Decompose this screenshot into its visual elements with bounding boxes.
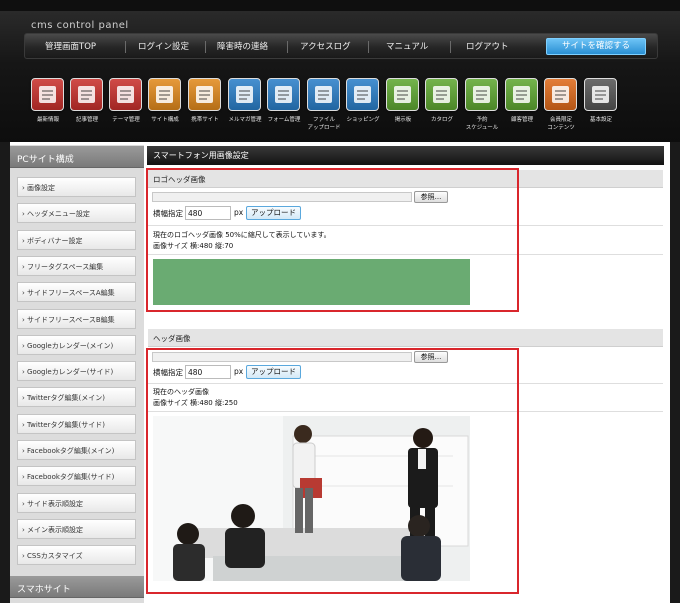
- header-image-section-heading: ヘッダ画像: [148, 329, 663, 347]
- sidebar-item-label: 画像設定: [27, 184, 56, 192]
- sidebar-item-label: サイド表示順設定: [27, 499, 84, 508]
- sidebar-item-label: フリータグスペース編集: [27, 262, 104, 271]
- nav-failure-contact[interactable]: 障害時の連絡: [217, 40, 268, 52]
- file-upload-icon[interactable]: [307, 78, 340, 111]
- nav-divider: [450, 41, 451, 53]
- sidebar-item-label: メイン表示順設定: [27, 525, 84, 534]
- sidebar-item-label: サイドフリースペースA編集: [27, 289, 115, 298]
- members-lock-icon[interactable]: [544, 78, 577, 111]
- nav-manual[interactable]: マニュアル: [386, 40, 428, 52]
- sidebar-item[interactable]: › サイドフリースペースB編集: [17, 308, 136, 329]
- top-strip: [0, 0, 680, 12]
- main-nav: 管理画面TOP ログイン設定 障害時の連絡 アクセスログ マニュアル ログアウト…: [24, 33, 658, 59]
- sidebar-item[interactable]: › Facebookタグ編集(メイン): [17, 440, 136, 460]
- mobile-site-icon[interactable]: [188, 78, 221, 111]
- sidebar-item-label: サイドフリースペースB編集: [27, 315, 115, 324]
- sidebar-item[interactable]: › Googleカレンダー(サイド): [17, 361, 136, 382]
- nav-divider: [368, 41, 369, 53]
- articles-icon[interactable]: [70, 78, 103, 111]
- schedule-icon[interactable]: [465, 78, 498, 111]
- sidebar-item[interactable]: › 画像設定: [17, 177, 136, 197]
- sidebar-item-label: Googleカレンダー(メイン): [27, 341, 114, 350]
- nav-logout[interactable]: ログアウト: [466, 40, 509, 52]
- smartphone-site-heading[interactable]: スマホサイト: [10, 576, 144, 598]
- pc-site-heading: PCサイト構成: [10, 146, 144, 168]
- nav-divider: [287, 41, 288, 53]
- theme-list-icon[interactable]: [109, 78, 142, 111]
- nav-admin-top[interactable]: 管理画面TOP: [45, 40, 96, 52]
- nav-access-log[interactable]: アクセスログ: [300, 40, 351, 52]
- highlight-box-header: [146, 348, 519, 594]
- bulletin-board-icon[interactable]: [386, 78, 419, 111]
- highlight-box-logo: [146, 168, 519, 312]
- sidebar-item[interactable]: › サイド表示順設定: [17, 492, 136, 513]
- nav-divider: [205, 41, 206, 53]
- shopping-cart-icon[interactable]: [346, 78, 379, 111]
- page-title: スマートフォン用画像設定: [147, 146, 664, 165]
- sidebar-item[interactable]: › フリータグスペース編集: [17, 255, 136, 276]
- brand-title: cms control panel: [31, 20, 129, 31]
- sidebar-item-label: Facebookタグ編集(サイド): [27, 473, 115, 482]
- sidebar-item[interactable]: › Facebookタグ編集(サイド): [17, 466, 136, 487]
- nav-divider: [125, 41, 126, 53]
- sidebar-item[interactable]: › Twitterタグ編集(メイン): [17, 387, 136, 408]
- sidebar-item[interactable]: › Googleカレンダー(メイン): [17, 334, 136, 355]
- site-layout-icon[interactable]: [148, 78, 181, 111]
- sidebar-item[interactable]: › ヘッダメニュー設定: [17, 203, 136, 224]
- sidebar-item[interactable]: › Twitterタグ編集(サイド): [17, 413, 136, 434]
- mail-magazine-icon[interactable]: [228, 78, 261, 111]
- sidebar-item-label: ボディバナー設定: [27, 236, 83, 245]
- customer-icon[interactable]: [505, 78, 538, 111]
- gear-icon[interactable]: [584, 78, 617, 111]
- sidebar-item-label: Googleカレンダー(サイド): [27, 368, 114, 377]
- sidebar-item[interactable]: › CSSカスタマイズ: [17, 545, 136, 566]
- view-site-button[interactable]: サイトを確認する: [546, 38, 646, 55]
- news-icon[interactable]: [31, 78, 64, 111]
- catalog-icon[interactable]: [425, 78, 458, 111]
- toolbar-label[interactable]: 基本設定: [578, 116, 624, 124]
- sidebar-item[interactable]: › サイドフリースペースA編集: [17, 282, 136, 303]
- form-icon[interactable]: [267, 78, 300, 111]
- nav-login-settings[interactable]: ログイン設定: [138, 40, 189, 52]
- sidebar-item[interactable]: › メイン表示順設定: [17, 518, 136, 539]
- sidebar-item[interactable]: › ボディバナー設定: [17, 229, 136, 250]
- sidebar-item-label: Facebookタグ編集(メイン): [27, 447, 115, 455]
- sidebar-item-label: CSSカスタマイズ: [27, 552, 83, 561]
- sidebar-item-label: Twitterタグ編集(メイン): [27, 394, 105, 403]
- sidebar-item-label: ヘッダメニュー設定: [27, 210, 90, 219]
- sidebar-item-label: Twitterタグ編集(サイド): [27, 420, 105, 429]
